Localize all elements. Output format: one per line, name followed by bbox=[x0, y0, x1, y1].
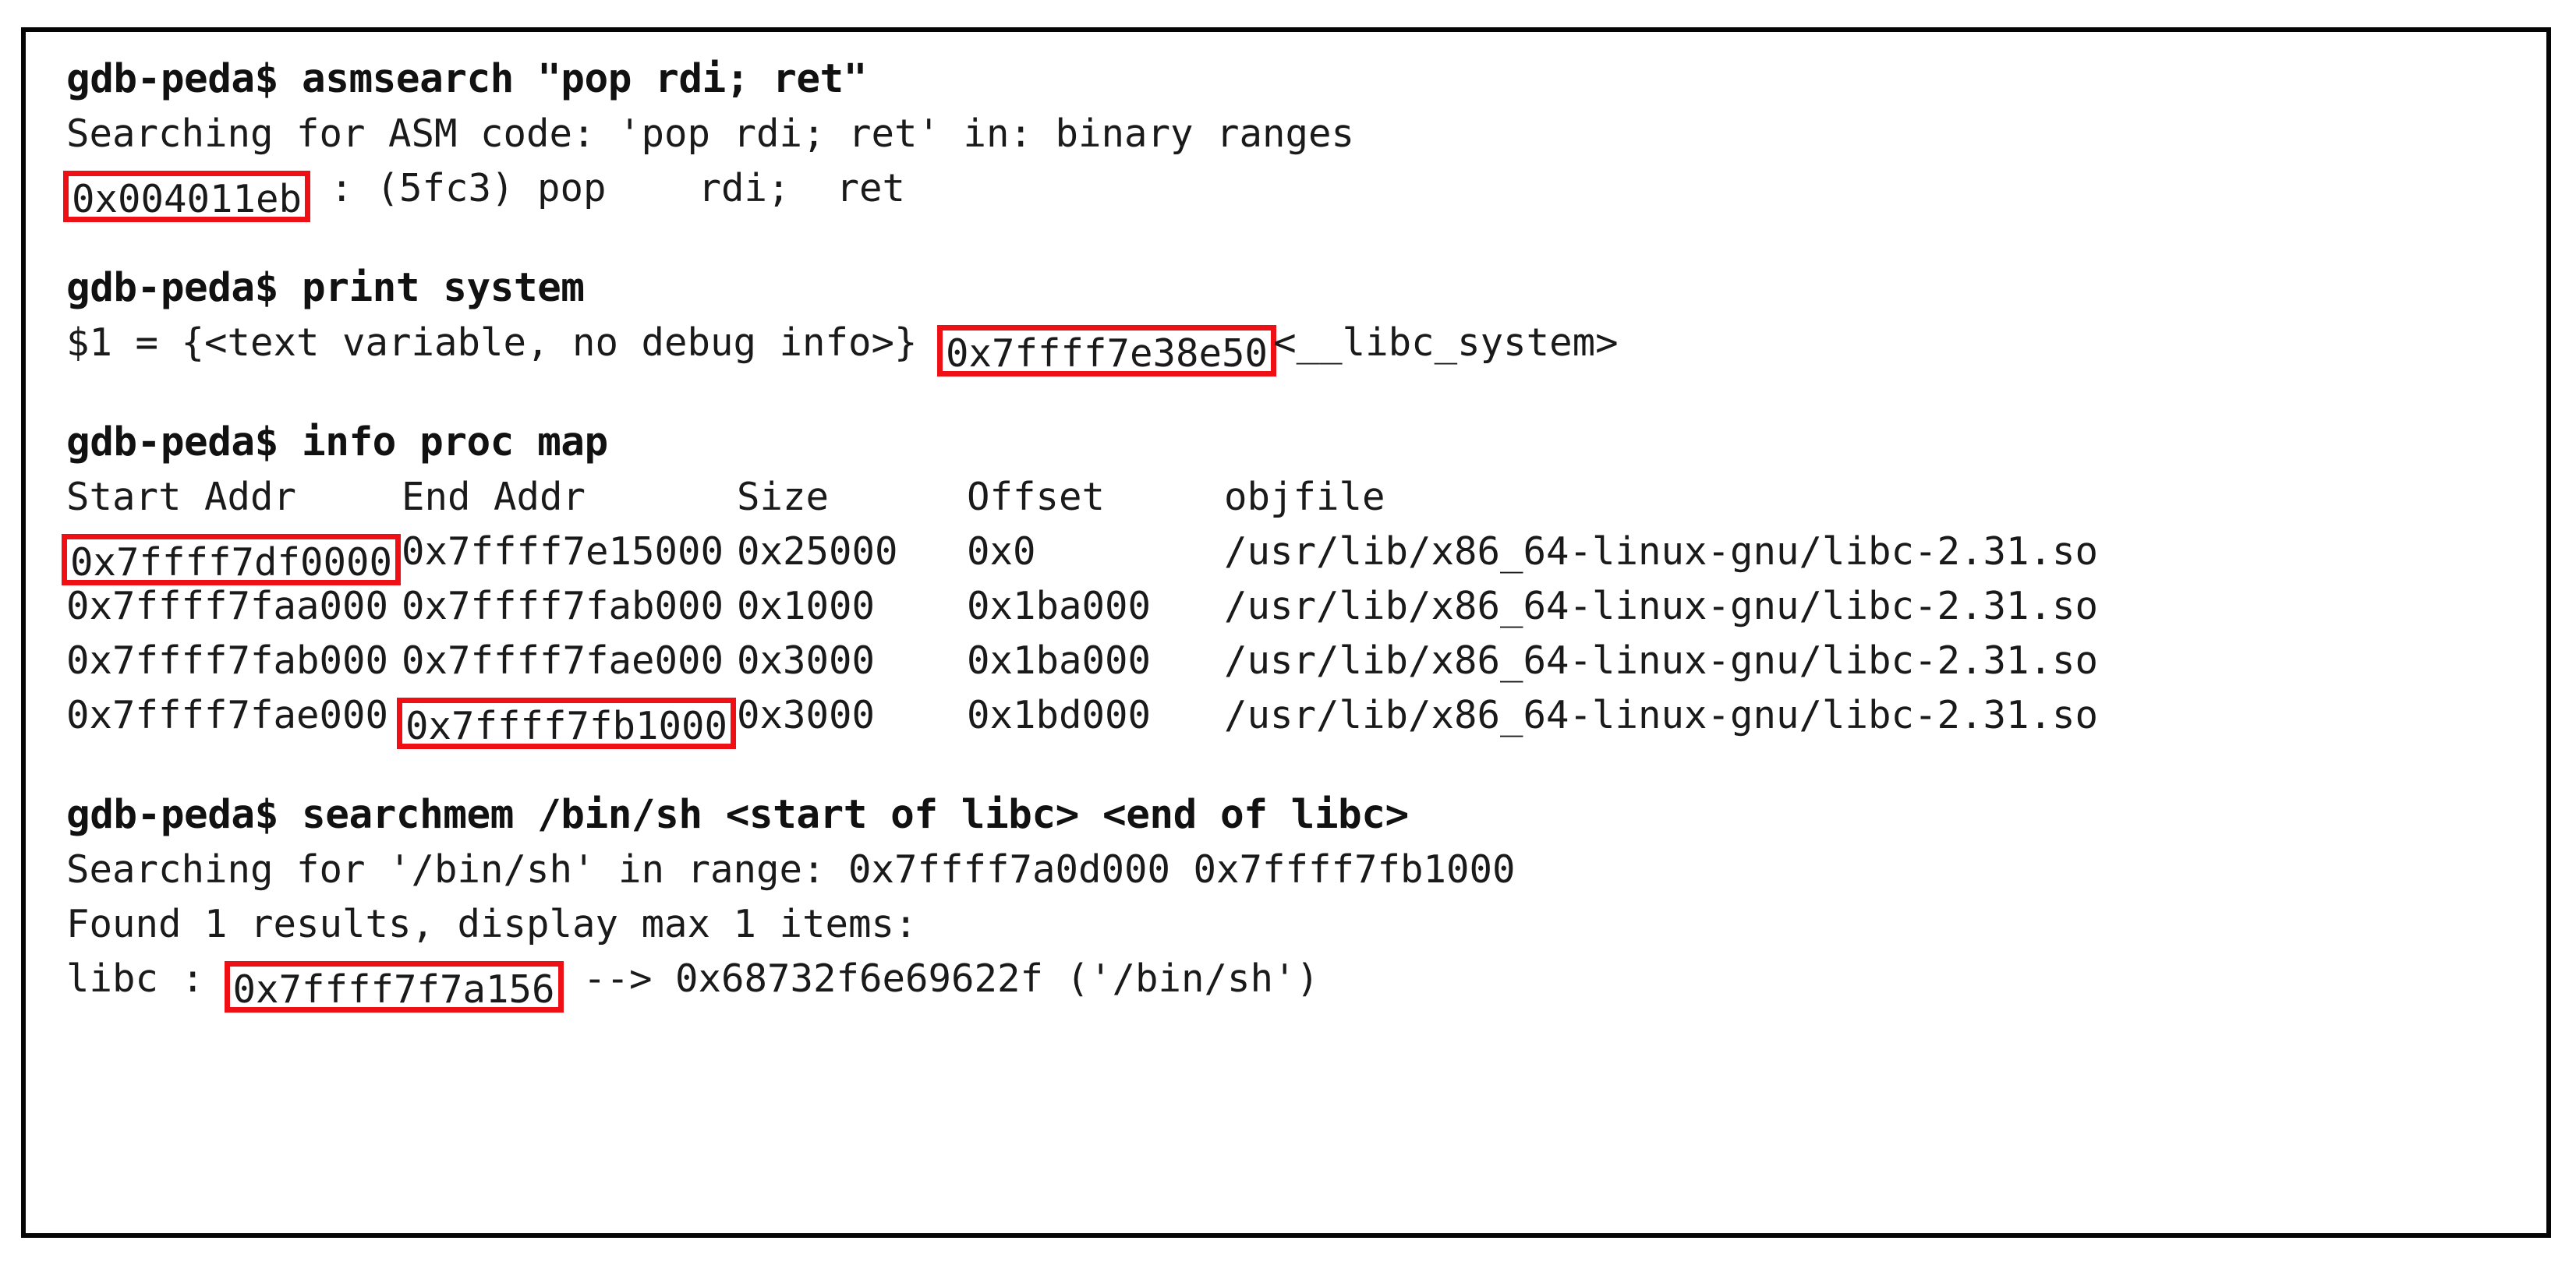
proc-map-cell-size: 0x3000 bbox=[737, 638, 876, 683]
proc-map-header-row: Start Addr End Addr Size Offset objfile bbox=[66, 470, 2546, 525]
proc-map-cell-end: 0x7ffff7fb1000 bbox=[397, 688, 737, 749]
searchmem-search-line: Searching for '/bin/sh' in range: 0x7fff… bbox=[66, 847, 1516, 892]
proc-map-cell-end: 0x7ffff7e15000 bbox=[402, 529, 724, 574]
proc-map-header-objfile: objfile bbox=[1224, 475, 1385, 519]
proc-map-cell-size: 0x1000 bbox=[737, 584, 876, 628]
proc-map-cell-offset: 0x1ba000 bbox=[967, 584, 1152, 628]
proc-map-cell-start: 0x7ffff7fab000 bbox=[66, 638, 389, 683]
highlight-system-address: 0x7ffff7e38e50 bbox=[937, 325, 1277, 376]
proc-map-header-start: Start Addr bbox=[66, 475, 297, 519]
command-line-searchmem: gdb-peda$ searchmem /bin/sh <start of li… bbox=[66, 792, 1409, 838]
asmsearch-result-line: 0x004011eb : (5fc3) pop rdi; ret bbox=[63, 161, 2546, 222]
proc-map-header-size: Size bbox=[737, 475, 830, 519]
proc-map-cell-offset: 0x1bd000 bbox=[967, 693, 1152, 737]
proc-map-cell-objfile: /usr/lib/x86_64-linux-gnu/libc-2.31.so bbox=[1224, 529, 2099, 574]
asmsearch-result-rest: : (5fc3) pop rdi; ret bbox=[307, 166, 906, 210]
searchmem-result-line: libc : 0x7ffff7f7a156 --> 0x68732f6e6962… bbox=[66, 952, 2546, 1013]
highlight-binsh-address: 0x7ffff7f7a156 bbox=[224, 961, 564, 1013]
proc-map-cell-start: 0x7ffff7faa000 bbox=[66, 584, 389, 628]
terminal-frame: gdb-peda$ asmsearch "pop rdi; ret" Searc… bbox=[21, 27, 2551, 1238]
table-row: 0x7ffff7faa000 0x7ffff7fab000 0x1000 0x1ba0… bbox=[66, 579, 2546, 634]
proc-map-cell-objfile: /usr/lib/x86_64-linux-gnu/libc-2.31.so bbox=[1224, 693, 2099, 737]
print-system-result-line: $1 = {<text variable, no debug info>} 0x… bbox=[66, 316, 2546, 376]
print-system-result-prefix: $1 = {<text variable, no debug info>} bbox=[66, 320, 918, 365]
proc-map-header-end: End Addr bbox=[402, 475, 586, 519]
highlight-libc-end-address: 0x7ffff7fb1000 bbox=[397, 698, 737, 749]
highlight-libc-start-address: 0x7ffff7df0000 bbox=[62, 534, 402, 585]
searchmem-result-suffix: --> 0x68732f6e69622f ('/bin/sh') bbox=[560, 956, 1320, 1001]
proc-map-cell-start: 0x7ffff7df0000 bbox=[62, 525, 402, 585]
proc-map-cell-size: 0x3000 bbox=[737, 693, 876, 737]
proc-map-cell-objfile: /usr/lib/x86_64-linux-gnu/libc-2.31.so bbox=[1224, 638, 2099, 683]
command-line-print-system: gdb-peda$ print system bbox=[66, 265, 585, 311]
searchmem-result-prefix: libc : bbox=[66, 956, 228, 1001]
command-line-asmsearch: gdb-peda$ asmsearch "pop rdi; ret" bbox=[66, 56, 867, 102]
print-system-result-suffix: <__libc_system> bbox=[1273, 320, 1619, 365]
highlight-gadget-address: 0x004011eb bbox=[63, 171, 311, 222]
asmsearch-search-line: Searching for ASM code: 'pop rdi; ret' i… bbox=[66, 111, 1355, 156]
terminal-output-area[interactable]: gdb-peda$ asmsearch "pop rdi; ret" Searc… bbox=[26, 32, 2546, 1233]
proc-map-cell-end: 0x7ffff7fab000 bbox=[402, 584, 724, 628]
table-row: 0x7ffff7fab000 0x7ffff7fae000 0x3000 0x1ba0… bbox=[66, 634, 2546, 688]
proc-map-cell-end: 0x7ffff7fae000 bbox=[402, 638, 724, 683]
table-row: 0x7ffff7fae000 0x7ffff7fb1000 0x3000 0x1bd0… bbox=[66, 688, 2546, 749]
command-line-info-proc-map: gdb-peda$ info proc map bbox=[66, 419, 608, 465]
proc-map-cell-offset: 0x1ba000 bbox=[967, 638, 1152, 683]
table-row: 0x7ffff7df0000 0x7ffff7e15000 0x25000 0x0/u… bbox=[62, 525, 2546, 585]
proc-map-cell-offset: 0x0 bbox=[967, 529, 1036, 574]
proc-map-cell-start: 0x7ffff7fae000 bbox=[66, 693, 389, 737]
proc-map-header-offset: Offset bbox=[967, 475, 1106, 519]
proc-map-cell-objfile: /usr/lib/x86_64-linux-gnu/libc-2.31.so bbox=[1224, 584, 2099, 628]
proc-map-cell-size: 0x25000 bbox=[737, 529, 898, 574]
searchmem-found-line: Found 1 results, display max 1 items: bbox=[66, 902, 918, 946]
